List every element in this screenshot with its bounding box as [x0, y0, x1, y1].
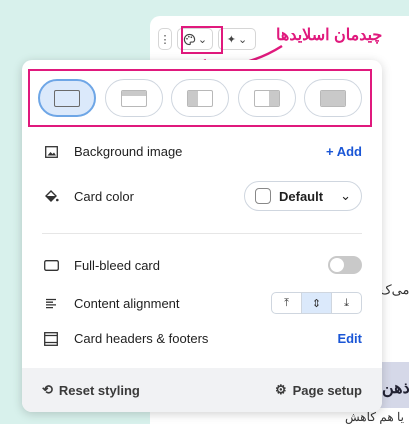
reset-styling-button[interactable]: ⟲ Reset styling: [42, 382, 140, 398]
annotation-label: چیدمان اسلایدها: [276, 27, 383, 44]
card-color-value: Default: [279, 188, 324, 204]
layout-option-header[interactable]: [104, 79, 163, 117]
reset-styling-label: Reset styling: [58, 382, 140, 398]
align-lines-icon: [42, 298, 60, 309]
full-bleed-toggle[interactable]: [328, 256, 362, 274]
layout-blank-icon: [54, 89, 80, 107]
page-setup-label: Page setup: [292, 382, 362, 398]
content-alignment-row: Content alignment ⤒ ⇕ ⤓: [42, 292, 362, 314]
full-bleed-label: Full-bleed card: [74, 257, 160, 273]
background-text: می‌ک: [380, 282, 409, 297]
color-swatch: [255, 188, 271, 204]
content-alignment-label: Content alignment: [74, 295, 180, 311]
divider: [42, 233, 362, 234]
align-bottom-button[interactable]: ⤓: [332, 293, 361, 313]
edit-headers-link[interactable]: Edit: [337, 331, 362, 346]
layout-header-icon: [120, 89, 147, 107]
layout-option-full-image[interactable]: [304, 79, 362, 117]
page-setup-button[interactable]: ⚙ Page setup: [275, 382, 362, 398]
panel-footer: ⟲ Reset styling ⚙ Page setup: [22, 368, 382, 412]
align-top-button[interactable]: ⤒: [272, 293, 302, 313]
card-color-label: Card color: [74, 188, 134, 204]
layout-option-blank[interactable]: [38, 79, 96, 117]
card-color-dropdown[interactable]: Default ⌄: [244, 181, 362, 211]
background-text: یا هم کاهش: [345, 410, 404, 424]
align-bottom-icon: ⤓: [344, 296, 349, 309]
layout-right-image-icon: [253, 89, 280, 107]
layout-full-image-icon: [320, 89, 346, 107]
vertical-dots-icon: ⋮: [159, 33, 171, 46]
gear-icon: ⚙: [274, 382, 287, 397]
layout-option-right-image[interactable]: [237, 79, 296, 117]
layout-left-image-icon: [187, 89, 213, 107]
alignment-toggle-group: ⤒ ⇕ ⤓: [271, 292, 362, 314]
card-style-panel: Background image + Add Card color Defaul…: [22, 60, 382, 412]
align-top-icon: ⤒: [284, 296, 289, 309]
undo-icon: ⟲: [42, 382, 53, 397]
background-image-label: Background image: [74, 144, 183, 159]
layout-options-row: [28, 69, 372, 127]
chevron-down-icon: ⌄: [340, 188, 351, 203]
card-headers-label: Card headers & footers: [74, 331, 209, 346]
header-footer-icon: [42, 331, 60, 346]
paint-bucket-icon: [42, 189, 60, 203]
full-bleed-icon: [42, 259, 60, 271]
align-middle-button[interactable]: ⇕: [302, 293, 332, 313]
more-options-button[interactable]: ⋮: [158, 28, 172, 50]
background-heading: ذهن: [382, 380, 409, 397]
card-headers-row: Card headers & footers Edit: [42, 331, 362, 346]
background-image-row: Background image + Add: [42, 144, 362, 159]
image-icon: [42, 145, 60, 158]
card-color-row: Card color Default ⌄: [42, 181, 362, 211]
layout-option-left-image[interactable]: [171, 79, 229, 117]
add-background-image-link[interactable]: + Add: [326, 144, 362, 159]
align-middle-icon: ⇕: [311, 297, 322, 310]
full-bleed-row: Full-bleed card: [42, 256, 362, 274]
